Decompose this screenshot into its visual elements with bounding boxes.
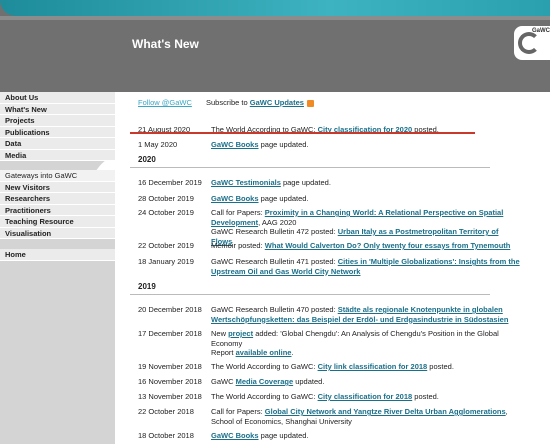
entry-suffix: posted. [427,362,454,371]
entry-date: 17 December 2018 [138,329,202,338]
entry-suffix: posted. [412,392,439,401]
sidebar-item-visualisation[interactable]: Visualisation [0,227,115,239]
sidebar-item-whats-new[interactable]: What's New [0,103,115,115]
entry-date: 19 November 2018 [138,362,202,371]
logo-text: GaWC [532,28,550,34]
page-header: What's New GaWC [0,0,550,92]
entry-text: GaWC Testimonials page updated. [211,178,521,188]
entry-link[interactable]: GaWC Books [211,140,259,149]
entry-text: GaWC Books page updated. [211,140,521,150]
sidebar-item-new-visitors[interactable]: New Visitors [0,181,115,193]
entry-suffix-2: . [291,348,294,357]
entry-text: The World According to GaWC: City classi… [211,392,521,402]
entry-date: 16 November 2018 [138,377,202,386]
entry-prefix: New [211,329,229,338]
sidebar-item-practitioners[interactable]: Practitioners [0,204,115,216]
sidebar-item-teaching-resource[interactable]: Teaching Resource [0,216,115,228]
logo-mark-icon [518,32,540,54]
sidebar-item-gateways[interactable]: Gateways into GaWC [0,170,115,182]
entry-prefix-2: GaWC Research Bulletin 472 posted: [211,227,338,236]
entry-prefix: Call for Papers: [211,208,265,217]
entry-link[interactable]: City classification for 2018 [318,392,413,401]
entry-suffix: page updated. [258,431,309,440]
entry-link[interactable]: GaWC Books [211,431,259,440]
sidebar-item-projects[interactable]: Projects [0,115,115,127]
entry-date: 22 October 2018 [138,407,194,416]
year-divider [130,294,490,295]
entry-text: Memoir posted: What Would Calverton Do? … [211,241,521,251]
sidebar-item-researchers[interactable]: Researchers [0,193,115,205]
gawc-logo[interactable]: GaWC [514,26,550,60]
sidebar-item-media[interactable]: Media [0,149,115,161]
year-divider [130,167,490,168]
entry-date: 22 October 2019 [138,241,194,250]
subscribe-link[interactable]: GaWC Updates [250,98,304,107]
sidebar-item-home[interactable]: Home [0,249,115,261]
rss-icon[interactable] [306,99,314,107]
entry-date: 13 November 2018 [138,392,202,401]
entry-prefix: GaWC [211,377,236,386]
entry-link[interactable]: Global City Network and Yangtze River De… [265,407,506,416]
subscribe-bar: Follow @GaWC Subscribe to GaWC Updates [138,98,314,107]
entry-prefix: The World According to GaWC: [211,362,318,371]
sidebar-item-data[interactable]: Data [0,138,115,150]
entry-text: GaWC Research Bulletin 471 posted: Citie… [211,257,521,276]
entry-date: 24 October 2019 [138,208,194,217]
subscribe-prefix: Subscribe to [205,98,248,107]
entry-text: The World According to GaWC: City link c… [211,362,521,372]
entry-text: Call for Papers: Global City Network and… [211,407,521,426]
sidebar-nav-main: About Us What's New Projects Publication… [0,92,115,161]
header-band-shadow [0,16,550,20]
entry-date: 16 December 2019 [138,178,202,187]
entry-link[interactable]: What Would Calverton Do? Only twenty fou… [265,241,511,250]
year-heading: 2020 [138,155,156,164]
sidebar-item-about-us[interactable]: About Us [0,92,115,104]
subscribe-text: Subscribe to GaWC Updates [206,98,314,107]
entry-suffix: , AAG 2020 [258,217,297,227]
entry-prefix: Memoir posted: [211,241,265,250]
entry-date: 18 January 2019 [138,257,194,266]
entry-text: GaWC Books page updated. [211,194,521,204]
sidebar-nav-gateways: Gateways into GaWC New Visitors Research… [0,170,115,239]
entry-link-2[interactable]: available online [236,348,292,357]
page-title: What's New [132,37,199,51]
entry-suffix: added: 'Global Chengdu': An Analysis of … [211,329,499,348]
year-heading: 2019 [138,282,156,291]
follow-link[interactable]: Follow @GaWC [138,98,192,107]
entry-date: 20 December 2018 [138,305,202,314]
entry-link[interactable]: Media Coverage [236,377,294,386]
entry-suffix: page updated. [258,194,309,203]
entry-text: New project added: 'Global Chengdu': An … [211,329,521,358]
entry-link[interactable]: project [228,329,253,338]
entry-link[interactable]: GaWC Books [211,194,259,203]
entry-prefix: The World According to GaWC: [211,392,318,401]
entry-date: 1 May 2020 [138,140,178,149]
entry-date: 18 October 2018 [138,431,194,440]
entry-prefix: Call for Papers: [211,407,265,416]
entry-text: GaWC Research Bulletin 470 posted: Städt… [211,305,521,324]
entry-date: 28 October 2019 [138,194,194,203]
sidebar-item-publications[interactable]: Publications [0,126,115,138]
header-band [0,0,550,16]
entry-link[interactable]: City link classification for 2018 [318,362,428,371]
entry-link[interactable]: GaWC Testimonials [211,178,281,187]
entry-prefix: GaWC Research Bulletin 471 posted: [211,257,338,266]
entry-suffix: updated. [293,377,325,386]
entry-suffix: page updated. [258,140,309,149]
entry-prefix: GaWC Research Bulletin 470 posted: [211,305,338,314]
entry-prefix-2: Report [211,348,236,357]
entry-suffix: page updated. [280,178,331,187]
entry-text: GaWC Books page updated. [211,431,521,441]
highlight-rule [130,132,475,134]
sidebar-nav-home: Home [0,249,115,261]
entry-text: GaWC Media Coverage updated. [211,377,521,387]
